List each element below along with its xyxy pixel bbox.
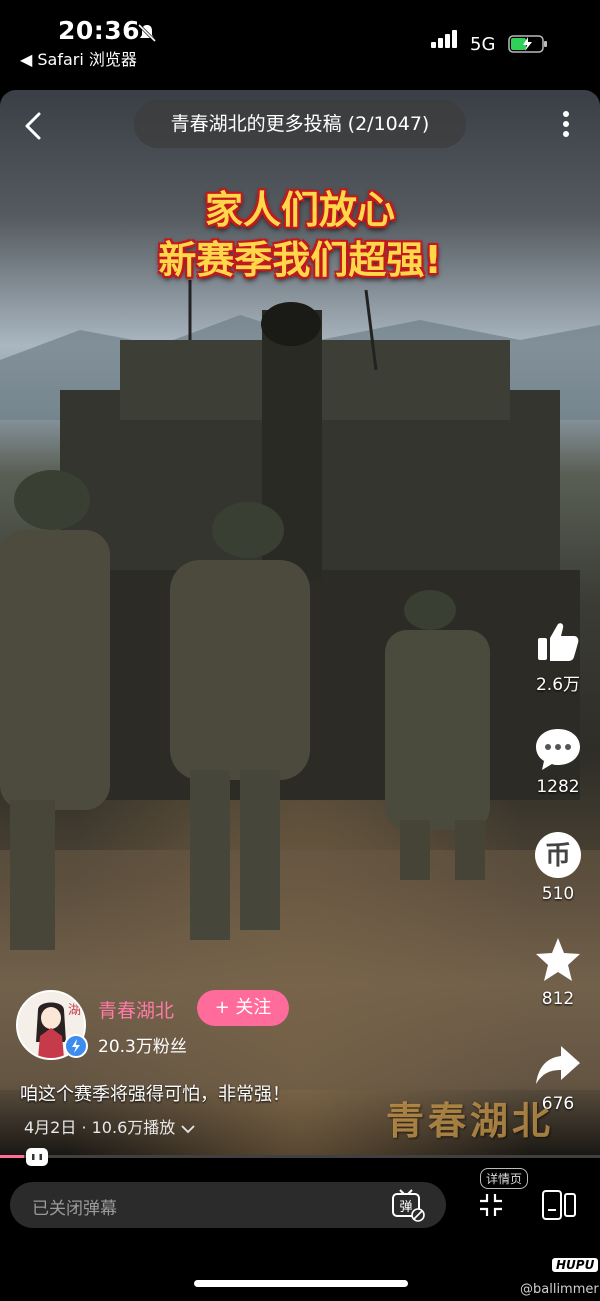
like-button[interactable]: 2.6万 [523, 618, 593, 695]
back-to-safari-link[interactable]: ◀ Safari 浏览器 [20, 46, 137, 70]
video-caption: 家人们放心 新赛季我们超强! [0, 185, 600, 285]
detail-page-badge[interactable]: 详情页 [480, 1168, 529, 1189]
svg-text:弹: 弹 [399, 1200, 412, 1215]
switch-layout-icon[interactable] [540, 1188, 578, 1222]
star-icon [536, 938, 580, 981]
comment-icon [536, 729, 580, 770]
exit-fullscreen-icon[interactable] [476, 1190, 506, 1220]
network-label: 5G [470, 34, 496, 55]
favorite-button[interactable]: 812 [523, 935, 593, 1009]
favorite-count: 812 [541, 989, 575, 1009]
chevron-down-icon [181, 1124, 195, 1133]
hupu-logo: HUPU [552, 1258, 599, 1272]
verified-badge-icon [64, 1034, 88, 1058]
fans-count: 20.3万粉丝 [98, 1037, 187, 1057]
more-icon[interactable] [556, 108, 576, 140]
home-indicator[interactable] [194, 1280, 408, 1287]
video-watermark: 青春湖北 [386, 1098, 555, 1143]
follow-button[interactable]: + 关注 [197, 990, 289, 1026]
comment-count: 1282 [536, 777, 580, 797]
thumbs-up-icon [538, 623, 579, 661]
battery-charging-icon [508, 35, 547, 53]
like-count: 2.6万 [535, 675, 581, 695]
back-arrow-icon[interactable] [18, 110, 50, 142]
author-name[interactable]: 青春湖北 [98, 996, 174, 1023]
svg-text:币: 币 [545, 841, 571, 871]
danmaku-toggle-icon[interactable]: 弹 [390, 1187, 426, 1223]
caption-line-2: 新赛季我们超强! [158, 238, 442, 282]
post-meta[interactable]: 4月2日 · 10.6万播放 [24, 1114, 196, 1138]
signal-icon [431, 30, 457, 48]
tv-face-icon [27, 1149, 47, 1165]
post-description[interactable]: 咱这个赛季将强得可怕，非常强！ [20, 1080, 290, 1106]
danmaku-placeholder: 已关闭弹幕 [32, 1199, 117, 1219]
caption-line-1: 家人们放心 [204, 188, 395, 232]
progress-handle[interactable] [26, 1148, 48, 1166]
coin-button[interactable]: 币 510 [523, 830, 593, 904]
status-bar: 20:36 ◀ Safari 浏览器 5G [0, 0, 600, 80]
post-meta-text: 4月2日 · 10.6万播放 [24, 1118, 176, 1137]
progress-bar[interactable] [0, 1155, 600, 1158]
comment-button[interactable]: 1282 [523, 725, 593, 797]
share-arrow-icon [536, 1046, 580, 1084]
bell-muted-icon [137, 23, 157, 43]
status-time: 20:36 [58, 16, 141, 45]
collection-title[interactable]: 青春湖北的更多投稿 (2/1047) [134, 100, 466, 148]
author-handle: @ballimmer [520, 1282, 599, 1297]
coin-icon: 币 [535, 832, 581, 878]
progress-fill [0, 1155, 24, 1158]
coin-count: 510 [541, 884, 575, 904]
